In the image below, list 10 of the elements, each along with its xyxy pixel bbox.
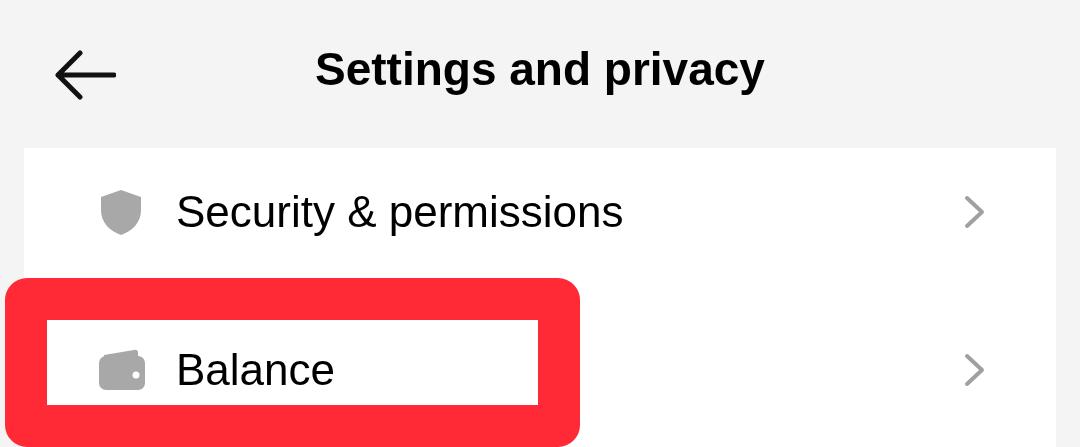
back-arrow-icon xyxy=(54,50,116,100)
shield-icon xyxy=(98,188,144,236)
item-label: Security & permissions xyxy=(176,186,625,238)
chevron-icon xyxy=(964,353,986,387)
item-label: Balance xyxy=(176,344,336,396)
wallet-icon xyxy=(98,349,146,391)
settings-item[interactable]: Security & permissions xyxy=(24,148,1056,276)
settings-item[interactable]: Balance xyxy=(24,306,1056,434)
page-title: Settings and privacy xyxy=(315,41,765,97)
chevron-icon xyxy=(964,195,986,229)
